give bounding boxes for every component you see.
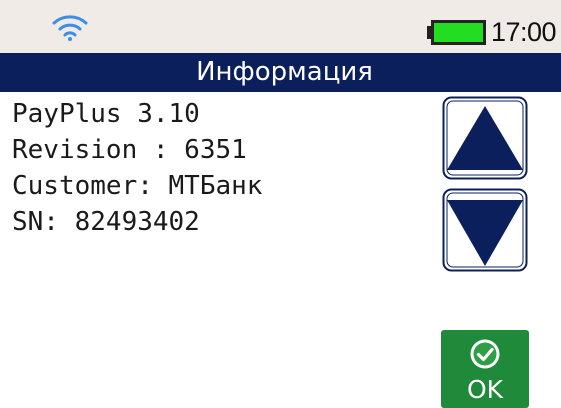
ok-button[interactable]: OK (441, 330, 529, 408)
title-bar: Информация (0, 53, 561, 92)
page-title: Информация (196, 57, 373, 87)
scroll-down-button[interactable] (442, 188, 528, 272)
clock-time: 17:00 (491, 17, 557, 47)
check-circle-icon (470, 339, 500, 369)
info-line-serial: SN: 82493402 (12, 207, 200, 237)
ok-label: OK (466, 375, 504, 404)
info-line-revision: Revision : 6351 (12, 135, 247, 165)
status-bar: 17:00 (0, 0, 561, 53)
arrow-down-icon (442, 188, 528, 272)
wifi-icon (52, 15, 88, 41)
arrow-up-icon (442, 96, 528, 180)
scroll-up-button[interactable] (442, 96, 528, 180)
info-text: PayPlus 3.10 Revision : 6351 Customer: М… (12, 96, 262, 240)
info-line-version: PayPlus 3.10 (12, 99, 200, 129)
battery-icon (427, 20, 486, 45)
info-line-customer: Customer: МТБанк (12, 171, 263, 201)
